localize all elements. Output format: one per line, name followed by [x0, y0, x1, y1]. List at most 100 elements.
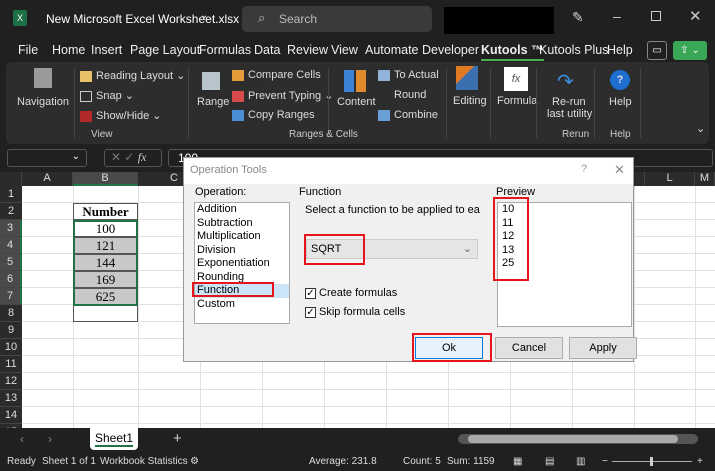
row-header-14[interactable]: 14 [0, 407, 22, 424]
cell-b8[interactable] [73, 305, 138, 322]
sheet-tab-sheet1[interactable]: Sheet1 [90, 428, 138, 450]
column-header-m[interactable]: M [695, 172, 715, 186]
skip-formula-cells-checkbox[interactable]: ✓ Skip formula cells [305, 306, 405, 318]
cell-b2-header[interactable]: Number [73, 203, 138, 220]
copy-ranges-button[interactable]: Copy Ranges [232, 109, 315, 121]
editing-button[interactable]: Editing [453, 95, 487, 107]
help-icon[interactable]: ? [581, 163, 587, 175]
content-button[interactable]: Content [337, 96, 376, 108]
tab-file[interactable]: File [18, 43, 38, 57]
tab-review[interactable]: Review [287, 43, 328, 57]
row-header-7[interactable]: 7 [0, 288, 22, 305]
tab-insert[interactable]: Insert [91, 43, 122, 57]
close-icon[interactable]: ✕ [614, 162, 625, 178]
collapse-ribbon-icon[interactable]: ⌄ [696, 122, 705, 135]
tab-help[interactable]: Help [607, 43, 633, 57]
operation-item[interactable]: Custom [195, 298, 289, 312]
operation-item[interactable]: Subtraction [195, 217, 289, 231]
apply-button[interactable]: Apply [569, 337, 637, 359]
ribbon: Navigation Reading Layout ⌄ Snap ⌄ Show/… [6, 62, 709, 144]
row-header-10[interactable]: 10 [0, 339, 22, 356]
cancel-button[interactable]: Cancel [495, 337, 563, 359]
create-formulas-checkbox[interactable]: ✓ Create formulas [305, 287, 397, 299]
normal-view-icon[interactable]: ▦ [513, 456, 522, 467]
row-header-6[interactable]: 6 [0, 271, 22, 288]
share-button[interactable]: ⇪ ⌄ [673, 41, 707, 60]
navigation-button[interactable]: Navigation [17, 96, 69, 108]
operation-item[interactable]: Division [195, 244, 289, 258]
combine-button[interactable]: Combine [378, 109, 438, 121]
group-label-ranges-cells: Ranges & Cells [289, 129, 358, 140]
prevent-typing-button[interactable]: Prevent Typing ⌄ [232, 89, 333, 102]
minimize-icon[interactable]: – [613, 8, 621, 24]
row-header-9[interactable]: 9 [0, 322, 22, 339]
operation-list[interactable]: Addition Subtraction Multiplication Divisio… [194, 202, 290, 324]
column-header-a[interactable]: A [22, 172, 73, 186]
page-break-view-icon[interactable]: ▥ [576, 456, 585, 467]
row-header-4[interactable]: 4 [0, 237, 22, 254]
row-header-5[interactable]: 5 [0, 254, 22, 271]
chevron-down-icon[interactable]: ⌄ [200, 10, 208, 21]
to-actual-button[interactable]: To Actual [378, 69, 439, 81]
row-header-12[interactable]: 12 [0, 373, 22, 390]
status-ready: Ready [7, 456, 36, 467]
pen-icon[interactable]: ✎ [572, 9, 584, 26]
tab-data[interactable]: Data [254, 43, 280, 57]
horizontal-scrollbar[interactable] [458, 434, 698, 444]
tab-automate[interactable]: Automate [365, 43, 419, 57]
tab-developer[interactable]: Developer [422, 43, 479, 57]
show-hide-button[interactable]: Show/Hide ⌄ [80, 109, 161, 122]
row-header-11[interactable]: 11 [0, 356, 22, 373]
scroll-left-icon[interactable]: ‹ [20, 432, 24, 446]
operation-item[interactable]: Addition [195, 203, 289, 217]
zoom-slider[interactable] [612, 457, 692, 466]
show-hide-icon [80, 110, 92, 122]
rerun-button[interactable]: Re-run [552, 96, 586, 108]
column-header-b[interactable]: B [73, 172, 138, 186]
status-bar: Ready Sheet 1 of 1 Workbook Statistics ⚙… [0, 452, 715, 471]
operation-item[interactable]: Exponentiation [195, 257, 289, 271]
formula-button[interactable]: Formula [497, 95, 537, 107]
dialog-title: Operation Tools [190, 164, 267, 176]
accessibility-icon[interactable]: ⚙ [190, 456, 199, 467]
help-button[interactable]: Help [609, 96, 632, 108]
operation-item[interactable]: Multiplication [195, 230, 289, 244]
scroll-right-icon[interactable]: › [48, 432, 52, 446]
tab-page-layout[interactable]: Page Layout [130, 43, 200, 57]
rerun-button-label[interactable]: last utility [547, 108, 592, 120]
row-header-1[interactable]: 1 [0, 186, 22, 203]
range-button[interactable]: Range [197, 96, 229, 108]
tab-kutools[interactable]: Kutools ™ [481, 43, 544, 61]
workbook-statistics[interactable]: Workbook Statistics [100, 456, 188, 467]
round-button[interactable]: Round [378, 89, 426, 101]
close-icon[interactable]: ✕ [689, 7, 702, 25]
tab-formulas[interactable]: Formulas [199, 43, 251, 57]
fx-icon[interactable]: fx [138, 150, 147, 164]
row-header-8[interactable]: 8 [0, 305, 22, 322]
tab-home[interactable]: Home [52, 43, 85, 57]
row-header-2[interactable]: 2 [0, 203, 22, 220]
search-box[interactable]: ⌕ Search [242, 6, 432, 32]
row-header-13[interactable]: 13 [0, 390, 22, 407]
comments-button[interactable]: ▭ [647, 41, 667, 60]
snap-button[interactable]: Snap ⌄ [80, 89, 134, 102]
zoom-out-icon[interactable]: − [602, 456, 608, 467]
page-layout-view-icon[interactable]: ▤ [545, 456, 554, 467]
status-sheet: Sheet 1 of 1 [42, 456, 96, 467]
compare-cells-button[interactable]: Compare Cells [232, 69, 321, 81]
maximize-icon[interactable] [651, 11, 661, 21]
tab-view[interactable]: View [331, 43, 358, 57]
row-header-3[interactable]: 3 [0, 220, 22, 237]
reading-layout-button[interactable]: Reading Layout ⌄ [80, 69, 185, 82]
camera-icon [80, 90, 92, 102]
zoom-in-icon[interactable]: + [697, 456, 703, 467]
column-header-l[interactable]: L [645, 172, 695, 186]
tab-kutools-plus[interactable]: Kutools Plus [539, 43, 608, 57]
sheet-tab-bar: ‹ › Sheet1 + [0, 428, 715, 452]
select-all-corner[interactable] [0, 172, 22, 186]
copy-ranges-icon [232, 109, 244, 121]
help-icon: ? [610, 70, 630, 90]
add-sheet-icon[interactable]: + [173, 430, 182, 447]
operation-label: Operation: [195, 186, 247, 198]
name-box[interactable]: ⌄ [7, 149, 87, 167]
